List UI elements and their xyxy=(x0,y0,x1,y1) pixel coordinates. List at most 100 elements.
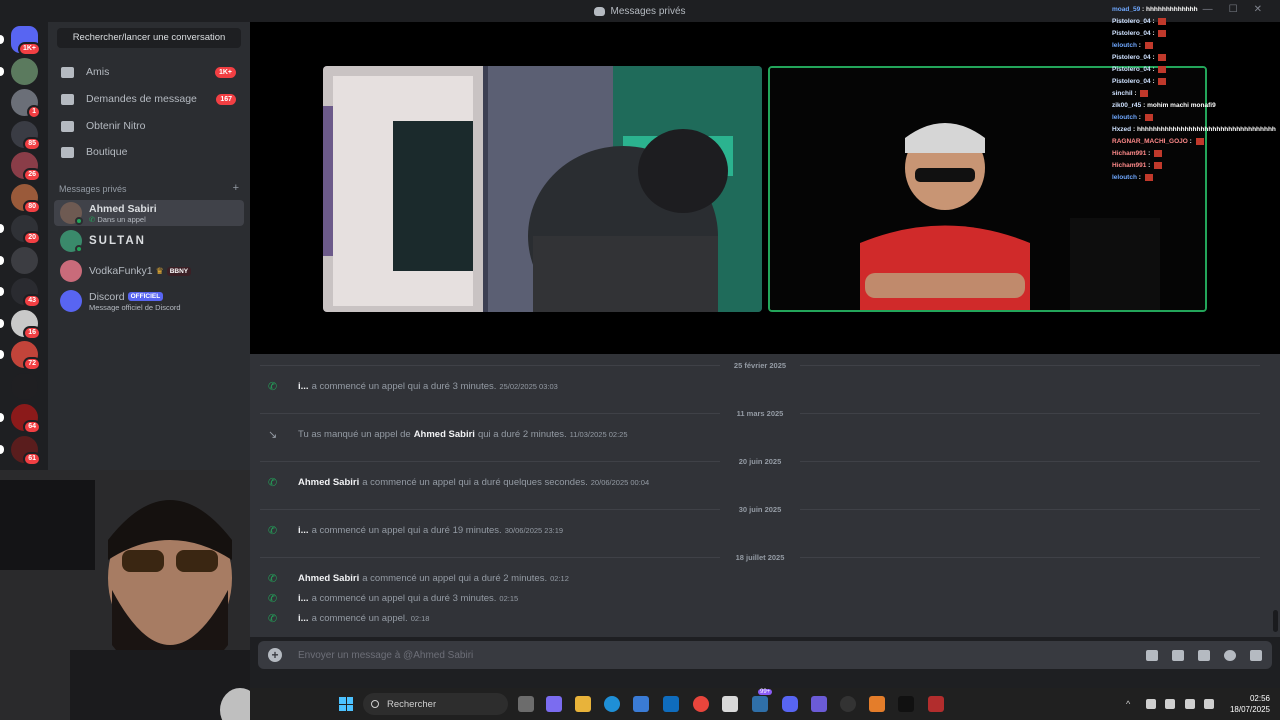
dm-item-discord[interactable]: Discord OFFICIEL Message officiel de Dis… xyxy=(54,288,244,314)
search-icon xyxy=(371,700,379,708)
server-icon[interactable]: 20 xyxy=(0,215,41,245)
file-explorer-icon[interactable] xyxy=(575,696,591,712)
activity-icon[interactable] xyxy=(1250,649,1262,661)
taskbar-clock[interactable]: 02:56 18/07/2025 xyxy=(1230,693,1270,715)
stream-chat-line: leloutch : xyxy=(1112,112,1280,124)
chat-username: RAGNAR_MACHI_GOJO xyxy=(1112,138,1188,145)
date-divider: 25 février 2025 xyxy=(250,361,1270,370)
emote-icon xyxy=(1154,161,1163,169)
server-icon[interactable]: 1 xyxy=(11,89,41,119)
server-icon[interactable] xyxy=(11,372,38,400)
message-author[interactable]: i... xyxy=(298,613,309,624)
server-icon[interactable]: 26 xyxy=(11,152,41,182)
gift-icon[interactable] xyxy=(1146,649,1158,661)
server-icon[interactable]: 1K+ xyxy=(0,26,41,56)
stream-chat-line: Hicham991 : xyxy=(1112,148,1280,160)
unread-indicator xyxy=(0,35,4,44)
dm-sidebar: Rechercher/lancer une conversation Amis … xyxy=(48,22,250,477)
dm-item-ahmed-sabiri[interactable]: Ahmed Sabiri ✆ Dans un appel xyxy=(54,200,244,226)
chat-message: mohim machi monafi9 xyxy=(1147,102,1216,109)
message-author[interactable]: Ahmed Sabiri xyxy=(298,477,359,488)
emote-icon xyxy=(1195,137,1204,145)
nav-message-requests-label: Demandes de message xyxy=(86,93,197,105)
steam-icon[interactable] xyxy=(840,696,856,712)
message-timestamp: 20/06/2025 00:04 xyxy=(590,478,650,487)
app-icon[interactable] xyxy=(869,696,885,712)
outlook-icon[interactable] xyxy=(663,696,679,712)
server-icon[interactable] xyxy=(0,246,38,274)
sticker-icon[interactable] xyxy=(1198,649,1210,661)
mention-badge: 26 xyxy=(23,168,41,182)
chat-username: Hicham991 xyxy=(1112,150,1147,157)
copilot-icon[interactable] xyxy=(546,696,562,712)
emote-icon xyxy=(1144,113,1153,121)
nav-message-requests[interactable]: Demandes de message 167 xyxy=(54,87,244,111)
missed-call-message: ↘ Tu as manqué un appel de Ahmed Sabiri … xyxy=(268,429,628,440)
stream-chat-line: sinchil : xyxy=(1112,88,1280,100)
volume-icon[interactable] xyxy=(1204,699,1214,709)
emote-icon xyxy=(1158,65,1167,73)
nav-shop[interactable]: Boutique xyxy=(54,140,244,164)
taskbar-search[interactable]: Rechercher xyxy=(363,693,508,715)
message-text: a commencé un appel qui a duré quelques … xyxy=(362,477,588,488)
app-icon[interactable] xyxy=(928,696,944,712)
dm-item-sultan[interactable]: SULTAN xyxy=(54,228,244,254)
server-icon[interactable]: 64 xyxy=(0,404,41,434)
server-icon[interactable]: 61 xyxy=(0,435,41,466)
message-author[interactable]: i... xyxy=(298,525,309,536)
chat-username: Pistolero_04 xyxy=(1112,54,1151,61)
video-tile-self[interactable] xyxy=(323,66,762,312)
message-prefix: Tu as manqué un appel de xyxy=(298,429,411,440)
emote-icon xyxy=(1158,53,1167,61)
message-input[interactable] xyxy=(298,649,1118,661)
scrollbar[interactable] xyxy=(1273,610,1278,632)
game-icon[interactable] xyxy=(811,696,827,712)
chat-message: hhhhhhhhhhhhhhhhhhhhhhhhhhhhhhhhhhh xyxy=(1136,126,1276,133)
message-author[interactable]: i... xyxy=(298,381,309,392)
mention-badge: 80 xyxy=(23,199,41,214)
nav-friends[interactable]: Amis 1K+ xyxy=(54,60,244,84)
gif-icon[interactable] xyxy=(1172,649,1184,661)
nav-nitro-label: Obtenir Nitro xyxy=(86,120,146,132)
server-icon[interactable]: 16 xyxy=(0,309,41,340)
create-dm-button[interactable]: + xyxy=(233,183,239,194)
discord-taskbar-icon[interactable] xyxy=(782,696,798,712)
edge-icon[interactable] xyxy=(604,696,620,712)
nav-friends-label: Amis xyxy=(86,66,110,78)
stream-chat-line: leloutch : xyxy=(1112,172,1280,184)
call-message: ✆ i... a commencé un appel. 02:18 xyxy=(268,613,429,624)
mention-badge: 1 xyxy=(27,105,41,119)
speaker-icon[interactable] xyxy=(1165,699,1175,709)
nav-nitro[interactable]: Obtenir Nitro xyxy=(54,114,244,138)
network-icon[interactable] xyxy=(1185,699,1195,709)
chat-app-icon[interactable]: 99+ xyxy=(752,689,773,712)
unread-indicator xyxy=(0,255,4,265)
find-conversation-button[interactable]: Rechercher/lancer une conversation xyxy=(57,28,241,48)
server-icon[interactable]: 80 xyxy=(11,183,41,214)
cloud-icon[interactable] xyxy=(1146,699,1156,709)
dm-item-vodkafunky1[interactable]: VodkaFunky1 ♛ BBNY xyxy=(54,258,244,284)
call-message: ✆ Ahmed Sabiri a commencé un appel qui a… xyxy=(268,573,569,584)
phone-icon: ✆ xyxy=(268,592,278,605)
message-author[interactable]: i... xyxy=(298,593,309,604)
task-view-icon[interactable] xyxy=(518,696,534,712)
server-icon[interactable]: 43 xyxy=(0,278,41,308)
missed-call-icon: ↘ xyxy=(268,428,278,441)
emoji-icon[interactable] xyxy=(1224,649,1236,661)
message-author[interactable]: Ahmed Sabiri xyxy=(414,429,475,440)
start-button[interactable] xyxy=(339,697,353,711)
server-icon[interactable]: 85 xyxy=(11,120,41,151)
app-icon[interactable] xyxy=(898,696,914,712)
server-icon[interactable]: 72 xyxy=(0,341,41,371)
app-icon[interactable] xyxy=(722,696,738,712)
call-message: ✆ i... a commencé un appel qui a duré 19… xyxy=(268,525,563,536)
server-icon[interactable] xyxy=(0,57,38,85)
add-attachment-button[interactable]: + xyxy=(268,648,282,662)
message-author[interactable]: Ahmed Sabiri xyxy=(298,573,359,584)
chrome-icon[interactable] xyxy=(693,696,709,712)
phone-icon: ✆ xyxy=(89,214,96,224)
dm-section-title: Messages privés xyxy=(59,184,127,194)
message-list[interactable]: 25 février 2025 ✆ i... a commencé un app… xyxy=(250,354,1280,637)
chevron-up-icon[interactable]: ^ xyxy=(1126,699,1136,709)
store-icon[interactable] xyxy=(633,696,649,712)
